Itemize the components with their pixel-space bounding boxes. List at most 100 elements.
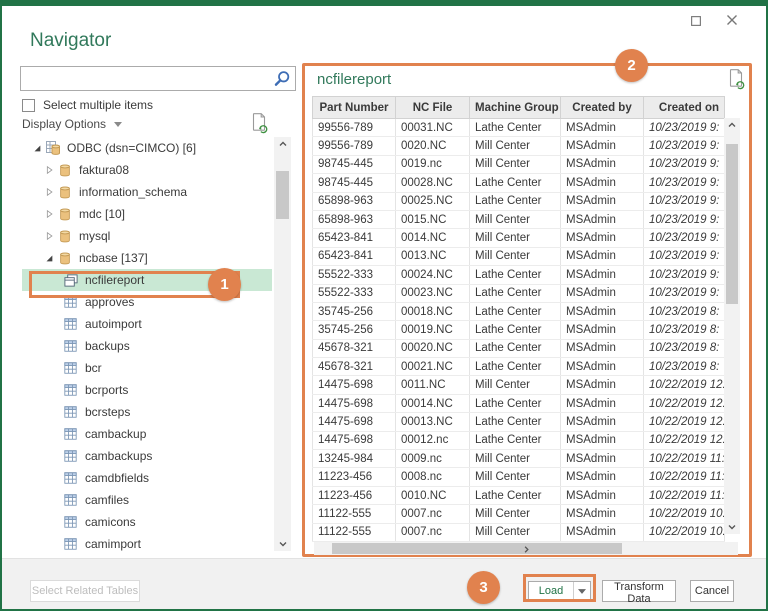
table-cell: MSAdmin <box>560 155 644 175</box>
search-input[interactable] <box>21 67 272 90</box>
table-cell: MSAdmin <box>560 192 644 211</box>
table-cell: MSAdmin <box>560 136 644 156</box>
tree-item-camfiles[interactable]: camfiles <box>22 489 272 511</box>
table-row: 99556-789 00031.NC Lathe Center MSAdmin 10/2… <box>312 118 725 138</box>
tree-item-odbc-dsn-cimco-6-[interactable]: ODBC (dsn=CIMCO) [6] <box>22 137 272 159</box>
view-icon <box>62 272 79 288</box>
table-cell: 65423-841 <box>312 247 396 267</box>
close-button[interactable] <box>722 10 742 30</box>
scroll-up-icon[interactable] <box>274 137 291 151</box>
table-cell: MSAdmin <box>560 284 644 303</box>
table-cell: 14475-698 <box>312 412 396 432</box>
table-cell: 55522-333 <box>312 284 396 303</box>
tree-item-label: mdc [10] <box>79 207 126 221</box>
database-icon <box>56 228 73 244</box>
tree-item-label: cambackup <box>85 427 147 441</box>
expand-arrow-icon[interactable] <box>42 186 56 198</box>
table-cell: 65898-963 <box>312 210 396 230</box>
tree-item-mdc-10-[interactable]: mdc [10] <box>22 203 272 225</box>
table-cell: 11122-555 <box>312 523 396 542</box>
table-cell: MSAdmin <box>560 265 644 285</box>
table-cell: MSAdmin <box>560 449 644 469</box>
tree-item-bcrsteps[interactable]: bcrsteps <box>22 401 272 423</box>
table-cell: 10/23/2019 9: <box>643 118 725 138</box>
tree-item-camicons[interactable]: camicons <box>22 511 272 533</box>
tree-item-information-schema[interactable]: information_schema <box>22 181 272 203</box>
tree-item-cambackup[interactable]: cambackup <box>22 423 272 445</box>
tree-item-label: camdbfields <box>85 471 150 485</box>
tree-item-mysql[interactable]: mysql <box>22 225 272 247</box>
table-icon <box>62 338 79 354</box>
tree-item-ncfilereport[interactable]: ncfilereport <box>22 269 272 291</box>
expand-arrow-icon[interactable] <box>42 208 56 220</box>
tree-item-approves[interactable]: approves <box>22 291 272 313</box>
table-cell: Mill Center <box>469 155 561 175</box>
database-icon <box>56 162 73 178</box>
tree-item-backups[interactable]: backups <box>22 335 272 357</box>
table-cell: 11122-555 <box>312 504 396 524</box>
table-cell: Lathe Center <box>469 118 561 138</box>
tree-item-camimport[interactable]: camimport <box>22 533 272 555</box>
select-related-tables-button[interactable]: Select Related Tables <box>30 580 140 602</box>
refresh-navigator-button[interactable] <box>249 112 269 134</box>
tree-item-faktura08[interactable]: faktura08 <box>22 159 272 181</box>
table-header-row: Part Number NC File Machine Group Created b… <box>312 96 725 119</box>
table-horizontal-scrollbar[interactable] <box>314 542 738 555</box>
load-dropdown-button[interactable] <box>573 582 590 600</box>
table-cell: 10/22/2019 11: <box>643 486 725 506</box>
table-icon <box>62 360 79 376</box>
table-icon <box>62 294 79 310</box>
table-cell: Lathe Center <box>469 302 561 322</box>
display-options-dropdown[interactable]: Display Options <box>22 117 123 131</box>
tree-item-cambackups[interactable]: cambackups <box>22 445 272 467</box>
table-cell: Lathe Center <box>469 265 561 285</box>
tree-item-bcrports[interactable]: bcrports <box>22 379 272 401</box>
table-row: 98745-445 00028.NC Lathe Center MSAdmin 10/2… <box>312 173 725 193</box>
expand-arrow-icon[interactable] <box>42 230 56 242</box>
collapse-arrow-icon[interactable] <box>42 252 56 264</box>
tree-item-label: camfiles <box>85 493 130 507</box>
tree-item-autoimport[interactable]: autoimport <box>22 313 272 335</box>
search-icon[interactable] <box>272 69 292 89</box>
table-cell: Lathe Center <box>469 320 561 340</box>
table-icon <box>62 492 79 508</box>
tree-item-ncbase-137-[interactable]: ncbase [137] <box>22 247 272 269</box>
table-cell: 00014.NC <box>395 394 470 414</box>
table-cell: 14475-698 <box>312 394 396 414</box>
table-vertical-scrollbar[interactable] <box>724 118 740 534</box>
load-button[interactable]: Load <box>529 582 573 600</box>
tree-item-bcr[interactable]: bcr <box>22 357 272 379</box>
left-pane-scrollbar[interactable] <box>274 137 291 551</box>
table-icon <box>62 404 79 420</box>
scroll-up-icon[interactable] <box>724 118 740 132</box>
refresh-preview-button[interactable] <box>726 68 746 90</box>
table-cell: 00025.NC <box>395 192 470 211</box>
transform-data-button[interactable]: Transform Data <box>602 580 676 605</box>
scroll-right-icon[interactable] <box>314 542 738 556</box>
database-icon <box>56 206 73 222</box>
collapse-arrow-icon[interactable] <box>30 142 44 154</box>
table-vscrollbar-thumb[interactable] <box>726 144 738 304</box>
column-header: Created by <box>560 96 644 119</box>
maximize-button[interactable] <box>686 11 706 31</box>
database-icon <box>56 184 73 200</box>
table-row: 14475-698 00012.nc Lathe Center MSAdmin 10/2… <box>312 431 725 451</box>
table-cell: 10/22/2019 12: <box>643 375 725 395</box>
expand-arrow-icon[interactable] <box>42 164 56 176</box>
left-scrollbar-thumb[interactable] <box>276 171 289 219</box>
table-cell: Mill Center <box>469 136 561 156</box>
cancel-button[interactable]: Cancel <box>690 580 734 602</box>
table-cell: 10/23/2019 9: <box>643 173 725 193</box>
table-cell: Lathe Center <box>469 173 561 193</box>
table-cell: Mill Center <box>469 449 561 469</box>
scroll-down-icon[interactable] <box>724 520 740 534</box>
table-row: 99556-789 0020.NC Mill Center MSAdmin 10/23/… <box>312 136 725 156</box>
scroll-down-icon[interactable] <box>274 537 291 551</box>
tree-item-camdbfields[interactable]: camdbfields <box>22 467 272 489</box>
select-multiple-checkbox[interactable] <box>22 98 35 112</box>
table-cell: 0015.NC <box>395 210 470 230</box>
table-cell: MSAdmin <box>560 504 644 524</box>
